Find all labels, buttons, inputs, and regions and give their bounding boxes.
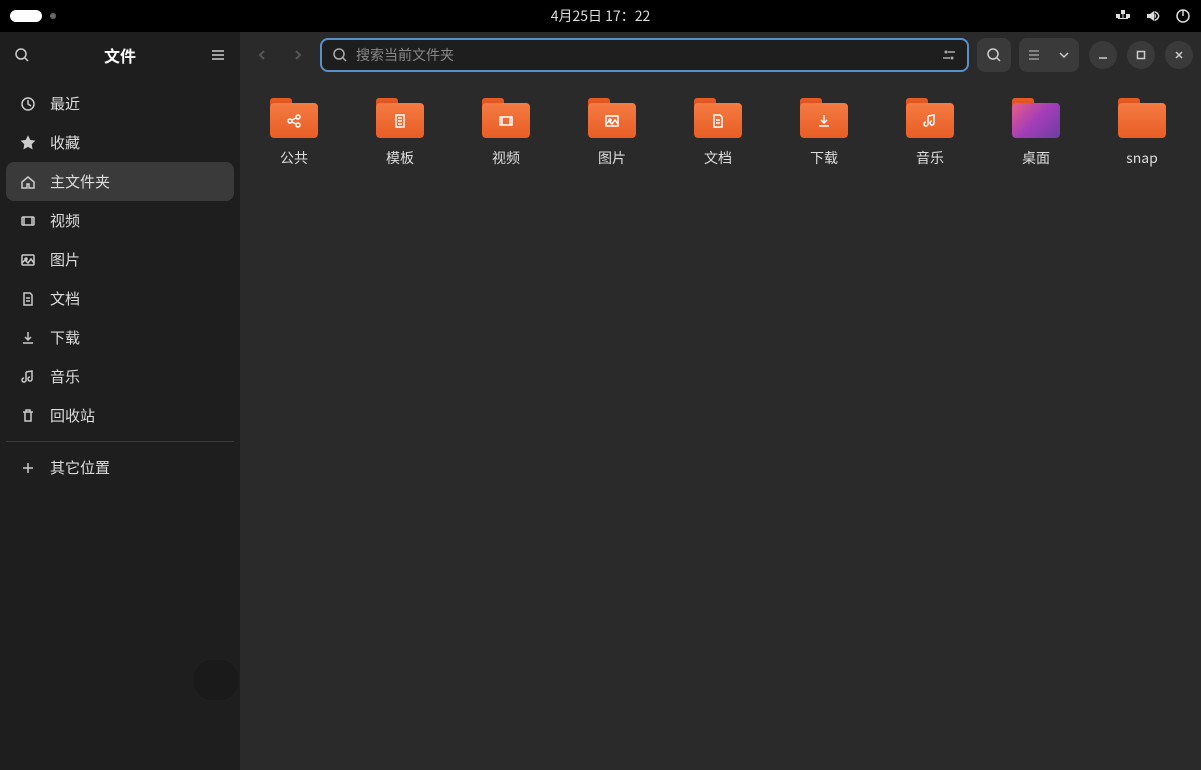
list-icon	[1027, 48, 1041, 62]
system-tray[interactable]	[1115, 8, 1191, 24]
system-topbar: 4月25日 17：22	[0, 0, 1201, 32]
network-icon	[1115, 8, 1131, 24]
sidebar-item-pictures[interactable]: 图片	[6, 240, 234, 279]
folder-downloads[interactable]: 下载	[800, 98, 848, 168]
view-menu-button[interactable]	[1049, 38, 1079, 72]
sidebar: 文件 最近 收藏 主文件夹 视频 图片	[0, 32, 240, 770]
template-icon	[391, 112, 409, 130]
sidebar-item-downloads[interactable]: 下载	[6, 318, 234, 357]
sidebar-item-label: 音乐	[50, 366, 80, 387]
minimize-icon	[1098, 50, 1108, 60]
sidebar-item-music[interactable]: 音乐	[6, 357, 234, 396]
folder-label: 视频	[492, 148, 520, 168]
sidebar-item-home[interactable]: 主文件夹	[6, 162, 234, 201]
sidebar-item-documents[interactable]: 文档	[6, 279, 234, 318]
video-icon	[20, 213, 36, 229]
search-input[interactable]	[356, 45, 933, 65]
activities-pill	[10, 10, 42, 22]
folder-pictures[interactable]: 图片	[588, 98, 636, 168]
chevron-right-icon	[292, 49, 304, 61]
maximize-icon	[1136, 50, 1146, 60]
folder-grid[interactable]: 公共 模板 视频 图片 文档 下载	[240, 78, 1201, 188]
folder-label: 音乐	[916, 148, 944, 168]
folder-templates[interactable]: 模板	[376, 98, 424, 168]
filter-icon[interactable]	[941, 47, 957, 63]
search-box[interactable]	[320, 38, 969, 72]
close-button[interactable]	[1165, 41, 1193, 69]
share-icon	[285, 112, 303, 130]
sidebar-item-recent[interactable]: 最近	[6, 84, 234, 123]
workspace-dot	[50, 13, 56, 19]
hamburger-icon[interactable]	[210, 47, 226, 63]
activities-area[interactable]	[10, 10, 56, 22]
plus-icon	[20, 460, 36, 476]
minimize-button[interactable]	[1089, 41, 1117, 69]
chevron-left-icon	[256, 49, 268, 61]
sidebar-item-other-locations[interactable]: 其它位置	[6, 448, 234, 487]
image-icon	[20, 252, 36, 268]
sidebar-header: 文件	[0, 32, 240, 78]
folder-documents[interactable]: 文档	[694, 98, 742, 168]
sidebar-item-label: 其它位置	[50, 457, 110, 478]
video-icon	[497, 112, 515, 130]
power-icon	[1175, 8, 1191, 24]
sidebar-nav: 最近 收藏 主文件夹 视频 图片 文档	[0, 78, 240, 493]
search-icon[interactable]	[14, 47, 30, 63]
download-icon	[815, 112, 833, 130]
folder-public[interactable]: 公共	[270, 98, 318, 168]
datetime-label[interactable]: 4月25日 17：22	[551, 6, 651, 26]
music-icon	[20, 369, 36, 385]
folder-label: 图片	[598, 148, 626, 168]
content-area: 公共 模板 视频 图片 文档 下载	[240, 32, 1201, 770]
doc-icon	[20, 291, 36, 307]
home-icon	[20, 174, 36, 190]
doc-icon	[709, 112, 727, 130]
list-view-button[interactable]	[1019, 38, 1049, 72]
image-icon	[603, 112, 621, 130]
search-icon	[332, 47, 348, 63]
folder-label: 文档	[704, 148, 732, 168]
folder-label: 公共	[280, 148, 308, 168]
toolbar	[240, 32, 1201, 78]
folder-label: 桌面	[1022, 148, 1050, 168]
star-icon	[20, 135, 36, 151]
app-title: 文件	[42, 43, 198, 67]
sidebar-item-label: 图片	[50, 249, 80, 270]
sidebar-item-videos[interactable]: 视频	[6, 201, 234, 240]
download-icon	[20, 330, 36, 346]
back-button[interactable]	[248, 41, 276, 69]
view-switcher	[1019, 38, 1079, 72]
clock-icon	[20, 96, 36, 112]
dock-hint	[193, 660, 239, 700]
volume-icon	[1145, 8, 1161, 24]
sidebar-item-label: 主文件夹	[50, 171, 110, 192]
folder-music[interactable]: 音乐	[906, 98, 954, 168]
sidebar-item-label: 下载	[50, 327, 80, 348]
chevron-down-icon	[1057, 48, 1071, 62]
folder-videos[interactable]: 视频	[482, 98, 530, 168]
sidebar-item-label: 收藏	[50, 132, 80, 153]
forward-button[interactable]	[284, 41, 312, 69]
search-toggle-button[interactable]	[977, 38, 1011, 72]
sidebar-item-starred[interactable]: 收藏	[6, 123, 234, 162]
sidebar-item-trash[interactable]: 回收站	[6, 396, 234, 435]
music-icon	[921, 112, 939, 130]
sidebar-divider	[6, 441, 234, 442]
maximize-button[interactable]	[1127, 41, 1155, 69]
folder-label: 模板	[386, 148, 414, 168]
sidebar-item-label: 文档	[50, 288, 80, 309]
sidebar-item-label: 回收站	[50, 405, 95, 426]
close-icon	[1174, 50, 1184, 60]
search-icon	[986, 47, 1002, 63]
folder-label: snap	[1126, 148, 1158, 168]
sidebar-item-label: 视频	[50, 210, 80, 231]
folder-snap[interactable]: snap	[1118, 98, 1166, 168]
folder-desktop[interactable]: 桌面	[1012, 98, 1060, 168]
trash-icon	[20, 408, 36, 424]
folder-label: 下载	[810, 148, 838, 168]
sidebar-item-label: 最近	[50, 93, 80, 114]
